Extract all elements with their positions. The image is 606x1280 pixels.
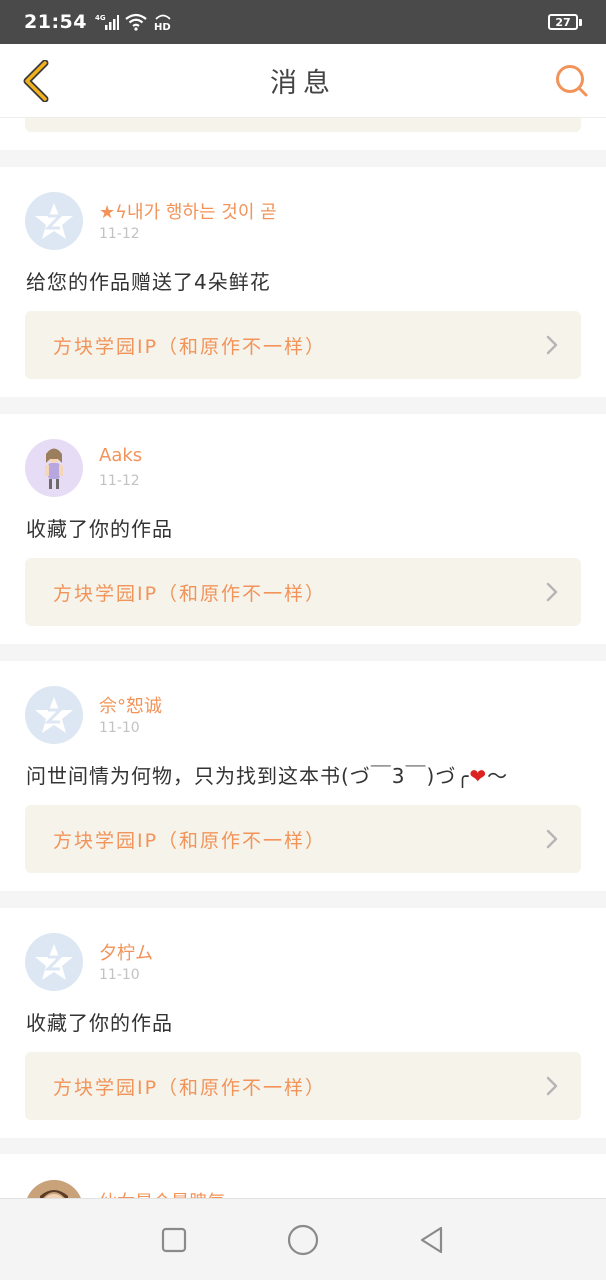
recent-apps-button[interactable] — [154, 1220, 194, 1260]
work-link[interactable]: 方块学园IP（和原作不一样） — [25, 311, 581, 379]
search-button[interactable] — [552, 61, 592, 101]
triangle-back-icon — [420, 1226, 442, 1253]
qq-default-avatar-icon — [35, 697, 73, 733]
list-item-partial-top — [0, 118, 606, 150]
hd-icon: HD — [153, 13, 173, 31]
chevron-right-icon — [546, 582, 558, 602]
qq-default-avatar-icon — [35, 203, 73, 239]
circle-icon — [287, 1224, 319, 1255]
heart-icon: ❤ — [469, 764, 488, 788]
square-icon — [162, 1227, 187, 1252]
avatar[interactable] — [25, 686, 83, 744]
work-link[interactable]: 方块学园IP（和原作不一样） — [25, 1052, 581, 1120]
wifi-icon — [125, 13, 147, 31]
work-title: 方块学园IP（和原作不一样） — [53, 829, 327, 852]
battery-indicator: 27 — [548, 14, 582, 30]
work-title: 方块学园IP（和原作不一样） — [53, 335, 327, 358]
message-text-body: 问世间情为何物，只为找到这本书(づ￣3￣)づ╭ — [26, 764, 470, 788]
avatar[interactable] — [25, 933, 83, 991]
sender-name[interactable]: 佘°恕诚 — [99, 692, 162, 718]
system-nav-bar — [0, 1198, 606, 1280]
battery-level: 27 — [548, 14, 578, 30]
message-card[interactable]: 夕柠ム 11-10 收藏了你的作品 方块学园IP（和原作不一样） — [0, 908, 606, 1138]
message-date: 11-10 — [99, 967, 140, 983]
work-title: 方块学园IP（和原作不一样） — [53, 1076, 327, 1099]
message-date: 11-12 — [99, 226, 140, 242]
message-date: 11-10 — [99, 720, 140, 736]
message-card-partial[interactable]: 仙女是个暴脾气 — [0, 1154, 606, 1198]
chevron-right-icon — [546, 1076, 558, 1096]
svg-text:HD: HD — [154, 22, 171, 31]
message-text: 问世间情为何物，只为找到这本书(づ￣3￣)づ╭❤～ — [26, 760, 508, 789]
work-link-partial[interactable] — [25, 118, 581, 132]
qq-default-avatar-icon — [35, 944, 73, 980]
sender-name[interactable]: 夕柠ム — [99, 939, 153, 965]
page-title: 消息 — [270, 68, 336, 99]
chevron-right-icon — [546, 335, 558, 355]
svg-text:4G: 4G — [95, 14, 106, 22]
user-photo-avatar-icon — [27, 1180, 81, 1198]
sender-name[interactable]: ★ϟ내가 행하는 것이 곧 — [99, 198, 277, 224]
chevron-right-icon — [546, 829, 558, 849]
avatar[interactable] — [25, 439, 83, 497]
message-date: 11-12 — [99, 473, 140, 489]
sender-name[interactable]: 仙女是个暴脾气 — [99, 1188, 225, 1198]
chevron-left-icon — [23, 60, 49, 102]
status-time: 21:54 — [24, 11, 87, 33]
back-button[interactable] — [14, 58, 58, 104]
avatar[interactable] — [25, 1180, 83, 1198]
status-bar: 21:54 4G HD 27 — [0, 0, 606, 44]
work-title: 方块学园IP（和原作不一样） — [53, 582, 327, 605]
message-card[interactable]: Aaks 11-12 收藏了你的作品 方块学园IP（和原作不一样） — [0, 414, 606, 644]
signal-icon: 4G — [95, 13, 119, 31]
home-button[interactable] — [283, 1220, 323, 1260]
message-card[interactable]: 佘°恕诚 11-10 问世间情为何物，只为找到这本书(づ￣3￣)づ╭❤～ 方块学… — [0, 661, 606, 891]
header: 消息 — [0, 44, 606, 118]
work-link[interactable]: 方块学园IP（和原作不一样） — [25, 805, 581, 873]
system-back-button[interactable] — [412, 1220, 452, 1260]
message-list[interactable]: ★ϟ내가 행하는 것이 곧 11-12 给您的作品赠送了4朵鲜花 方块学园IP（… — [0, 118, 606, 1198]
sender-name[interactable]: Aaks — [99, 445, 142, 466]
message-text-tail: ～ — [487, 764, 509, 788]
message-text: 收藏了你的作品 — [26, 1011, 173, 1035]
battery-tip — [579, 18, 582, 26]
search-icon — [556, 65, 588, 97]
status-icons: 4G HD — [95, 13, 173, 31]
avatar[interactable] — [25, 192, 83, 250]
anime-girl-avatar-icon — [45, 448, 63, 489]
message-card[interactable]: ★ϟ내가 행하는 것이 곧 11-12 给您的作品赠送了4朵鲜花 方块学园IP（… — [0, 167, 606, 397]
work-link[interactable]: 方块学园IP（和原作不一样） — [25, 558, 581, 626]
message-text: 收藏了你的作品 — [26, 517, 173, 541]
app-root: 21:54 4G HD 27 消息 ★ϟ내가 행하는 것이 곧 11-12 给您… — [0, 0, 606, 1280]
message-text: 给您的作品赠送了4朵鲜花 — [26, 270, 271, 294]
